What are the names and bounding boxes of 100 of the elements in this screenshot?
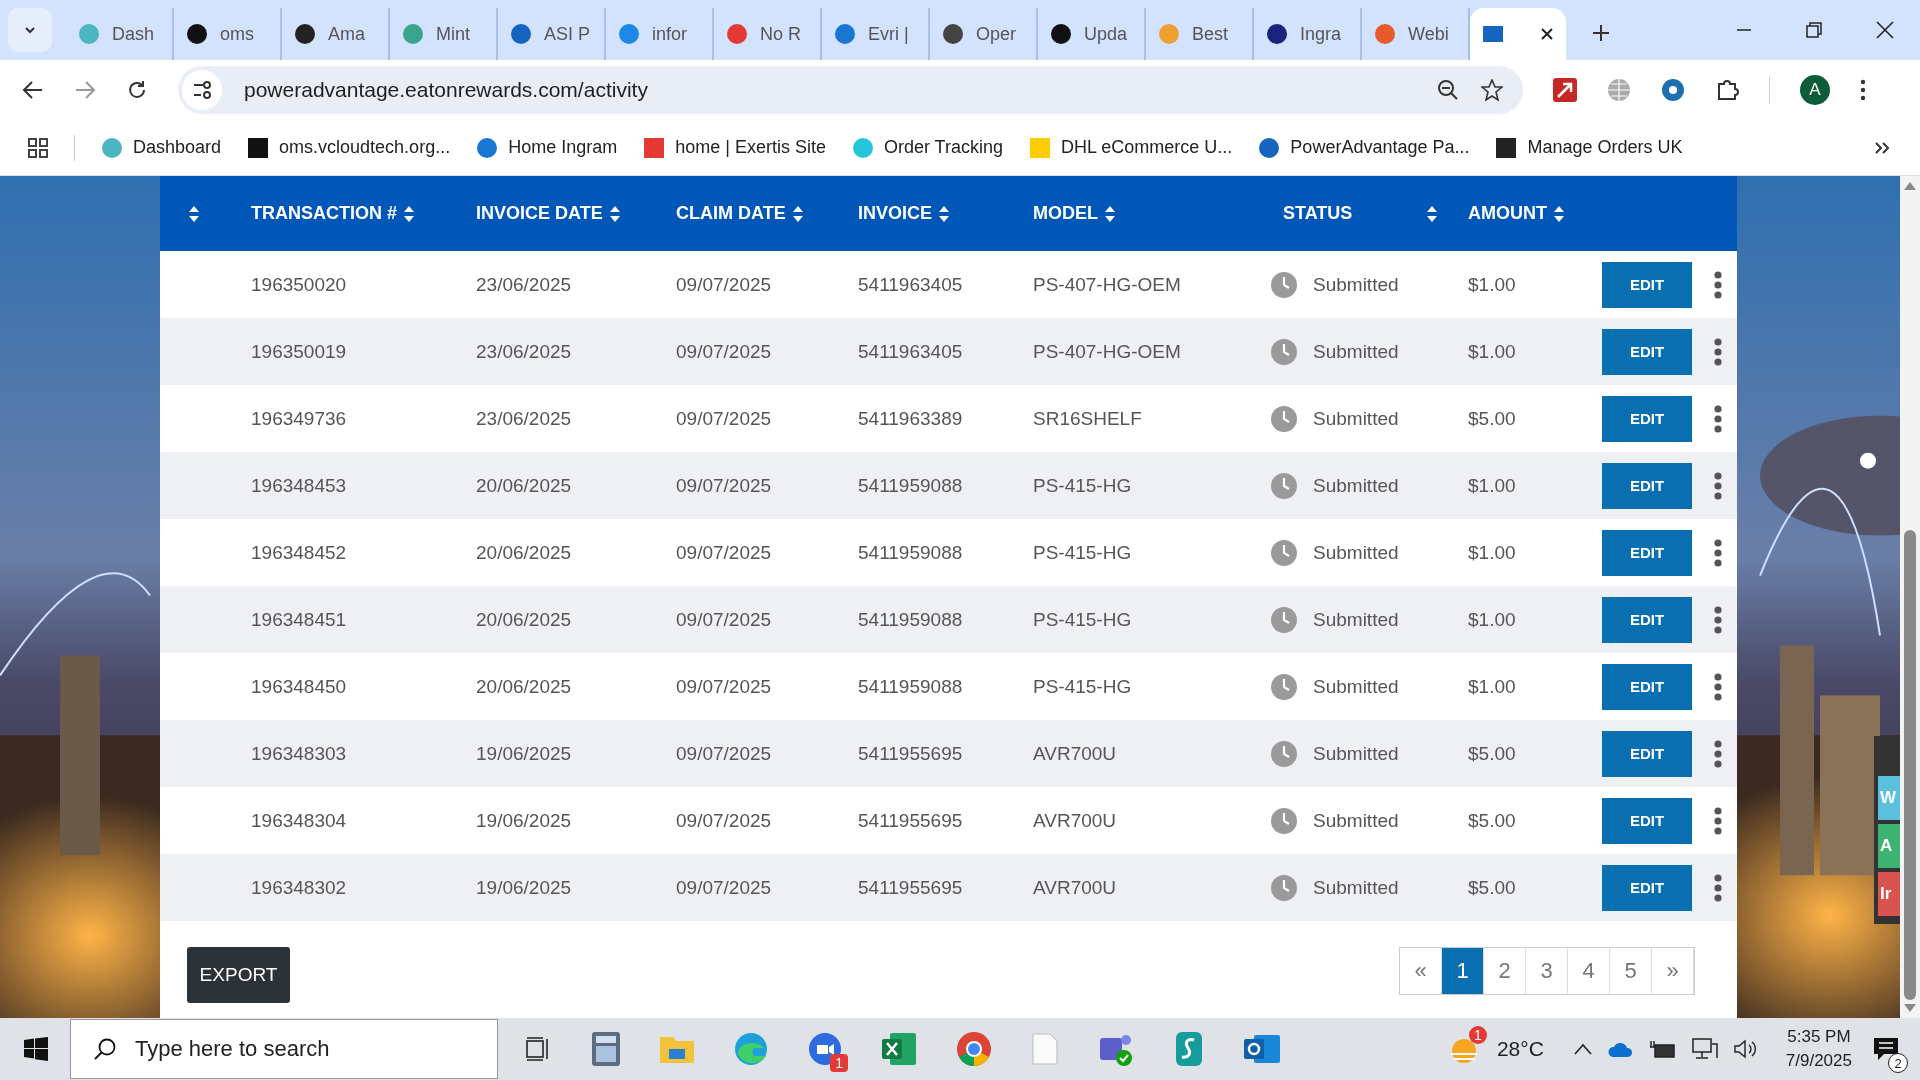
scroll-up-icon[interactable] (1904, 182, 1916, 190)
sort-icon[interactable] (1104, 204, 1116, 223)
extension-icon[interactable] (1661, 78, 1685, 102)
column-header[interactable]: CLAIM DATE (676, 203, 786, 224)
bookmark[interactable]: Manage Orders UK (1495, 136, 1683, 159)
sort-icon[interactable] (403, 204, 415, 223)
chevron-up-icon[interactable] (1573, 1043, 1592, 1055)
battery-icon[interactable] (1649, 1040, 1676, 1058)
volume-icon[interactable] (1733, 1039, 1758, 1059)
table-cell: 5411959088 (858, 608, 963, 631)
bookmark[interactable]: oms.vcloudtech.org... (247, 136, 451, 159)
cloud-icon[interactable] (1607, 1041, 1634, 1057)
edit-button[interactable]: EDIT (1602, 663, 1692, 710)
column-header[interactable]: MODEL (1033, 203, 1098, 224)
edit-button[interactable]: EDIT (1602, 328, 1692, 375)
tab-title: Dash (112, 23, 155, 45)
close-icon[interactable] (1876, 21, 1894, 39)
site-icon (1029, 136, 1051, 159)
star-icon[interactable] (1481, 79, 1503, 101)
browser-tab[interactable] (1470, 8, 1566, 60)
more-icon[interactable] (1714, 538, 1722, 567)
close-icon[interactable] (1540, 27, 1554, 41)
edit-button[interactable]: EDIT (1602, 261, 1692, 308)
more-icon[interactable] (1714, 672, 1722, 701)
column-header[interactable]: STATUS (1283, 203, 1353, 224)
column-header[interactable]: INVOICE (858, 203, 932, 224)
table-cell: 196348304 (251, 809, 347, 832)
site-icon (834, 23, 856, 45)
sort-icon[interactable] (938, 204, 950, 223)
sort-icon[interactable] (1553, 204, 1565, 223)
chrome-icon[interactable] (956, 1031, 992, 1067)
chevron-icon[interactable] (1874, 140, 1890, 155)
column-header[interactable]: INVOICE DATE (476, 203, 603, 224)
edit-button[interactable]: EDIT (1602, 395, 1692, 442)
calculator-icon[interactable] (592, 1032, 620, 1066)
windows-start-icon[interactable] (24, 1037, 48, 1061)
site-icon (618, 23, 640, 45)
notification-badge: 1 (1469, 1026, 1487, 1044)
table-cell: 09/07/2025 (676, 675, 772, 698)
tab-title: Mint (436, 23, 470, 45)
taskbar-search[interactable]: Type here to search (70, 1019, 498, 1079)
page-button[interactable]: 1 (1442, 948, 1484, 994)
apps-icon[interactable] (28, 137, 48, 158)
more-icon[interactable] (1714, 739, 1722, 768)
more-icon[interactable] (1714, 471, 1722, 500)
spreadsheet-icon[interactable] (882, 1033, 916, 1065)
site-settings-icon[interactable] (182, 70, 222, 110)
puzzle-icon[interactable] (1715, 78, 1739, 102)
teams-icon[interactable] (1098, 1032, 1134, 1066)
forward-icon[interactable] (74, 79, 96, 101)
side-tab[interactable]: Ir (1878, 872, 1900, 916)
tab-title: ASI P (544, 23, 591, 45)
back-icon[interactable] (22, 79, 44, 101)
mail-icon[interactable] (1244, 1033, 1280, 1065)
table-cell: 5411959088 (858, 675, 963, 698)
more-icon[interactable] (1714, 337, 1722, 366)
network-icon[interactable] (1691, 1038, 1718, 1060)
edit-button[interactable]: EDIT (1602, 797, 1692, 844)
clock-date[interactable]: 7/9/2025 (1785, 1051, 1852, 1071)
address-bar[interactable]: poweradvantage.eatonrewards.com/activity (178, 66, 1523, 114)
table-cell: 196348452 (251, 541, 347, 564)
column-header[interactable]: TRANSACTION # (251, 203, 397, 224)
menu-icon[interactable] (1860, 79, 1866, 101)
bookmark[interactable]: home | Exertis Site (643, 136, 826, 159)
scrollbar[interactable] (1900, 176, 1920, 1018)
sort-icon[interactable] (188, 204, 200, 223)
restore-icon[interactable] (1806, 22, 1822, 38)
more-icon[interactable] (1714, 873, 1722, 902)
bookmark[interactable]: PowerAdvantage Pa... (1258, 136, 1470, 159)
bookmark[interactable]: Home Ingram (476, 136, 618, 159)
sort-icon[interactable] (791, 204, 804, 223)
edit-button[interactable]: EDIT (1602, 462, 1692, 509)
reload-icon[interactable] (126, 79, 148, 101)
more-icon[interactable] (1714, 605, 1722, 634)
scroll-down-icon[interactable] (1904, 1004, 1916, 1012)
profile-avatar[interactable]: A (1800, 75, 1830, 105)
zoom-icon[interactable] (1437, 79, 1459, 101)
extension-icon[interactable] (1553, 78, 1577, 102)
notification-count: 2 (1888, 1053, 1908, 1073)
column-header[interactable]: AMOUNT (1468, 203, 1547, 224)
bookmark[interactable]: DHL eCommerce U... (1029, 136, 1233, 159)
sort-icon[interactable] (608, 204, 621, 223)
edit-button[interactable]: EDIT (1602, 864, 1692, 911)
edit-button[interactable]: EDIT (1602, 596, 1692, 643)
edit-button[interactable]: EDIT (1602, 529, 1692, 576)
folder-icon[interactable] (660, 1035, 694, 1063)
more-icon[interactable] (1714, 270, 1722, 299)
status-text: Submitted (1313, 608, 1399, 631)
export-button[interactable]: EXPORT (187, 947, 290, 1003)
clock-time[interactable]: 5:35 PM (1787, 1027, 1851, 1047)
bookmark[interactable]: Order Tracking (851, 136, 1003, 159)
sort-icon[interactable] (1426, 204, 1439, 223)
more-icon[interactable] (1714, 806, 1722, 835)
table-cell: 20/06/2025 (476, 608, 572, 631)
new-tab-icon[interactable] (1592, 24, 1610, 42)
vpn-icon[interactable] (1174, 1032, 1204, 1066)
tab-title: Upda (1084, 23, 1128, 45)
more-icon[interactable] (1714, 404, 1722, 433)
edit-button[interactable]: EDIT (1602, 730, 1692, 777)
bookmark[interactable]: Dashboard (101, 136, 222, 159)
